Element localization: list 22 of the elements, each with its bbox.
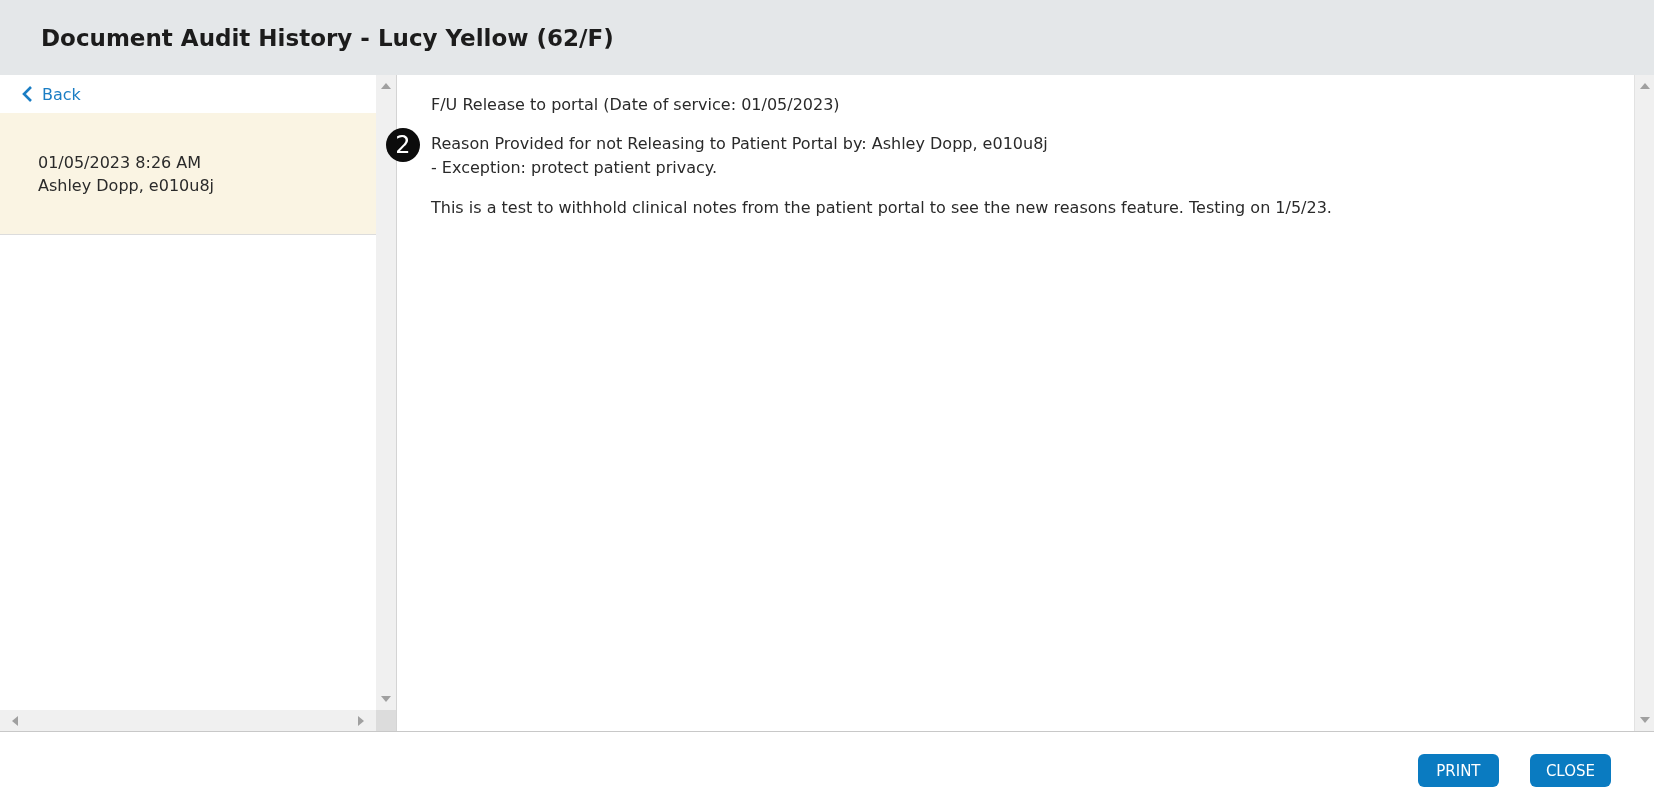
entry-user: Ashley Dopp, e010u8j [38,176,215,195]
entry-date: 01/05/2023 8:26 AM [38,153,203,172]
down-arrow-icon[interactable] [1639,717,1650,723]
chevron-left-icon [21,85,33,103]
reason-text: - Exception: protect patient privacy. [431,157,719,179]
right-arrow-icon[interactable] [358,715,364,726]
reason-text: Reason Provided for not Releasing to Patient Portal by: Ashley Dopp, e010u8j [431,133,1049,155]
action-button[interactable]: CLOSE [1529,754,1611,787]
action-button[interactable]: PRINT [1417,754,1499,787]
up-arrow-icon[interactable] [381,83,391,89]
history-item[interactable]: 01/05/2023 8:26 AM Ashley Dopp, e010u8j [0,113,376,235]
note-text: This is a test to withhold clinical notes from the patient portal to see the new reasons feature. Testing on 1/5/23. [431,198,1333,217]
left-arrow-icon[interactable] [12,715,18,726]
callout-badge: 2 [386,128,420,162]
horizontal-scrollbar[interactable] [0,710,376,731]
document-heading: F/U Release to portal (Date of service: 01/05/2023) [431,95,841,114]
vertical-scrollbar[interactable] [376,75,396,710]
vertical-scrollbar[interactable] [1634,75,1654,731]
up-arrow-icon[interactable] [1639,83,1650,89]
down-arrow-icon[interactable] [381,696,391,702]
window-title: Document Audit History - Lucy Yellow (62/F) [41,24,614,51]
back-link[interactable]: Back [0,75,376,113]
